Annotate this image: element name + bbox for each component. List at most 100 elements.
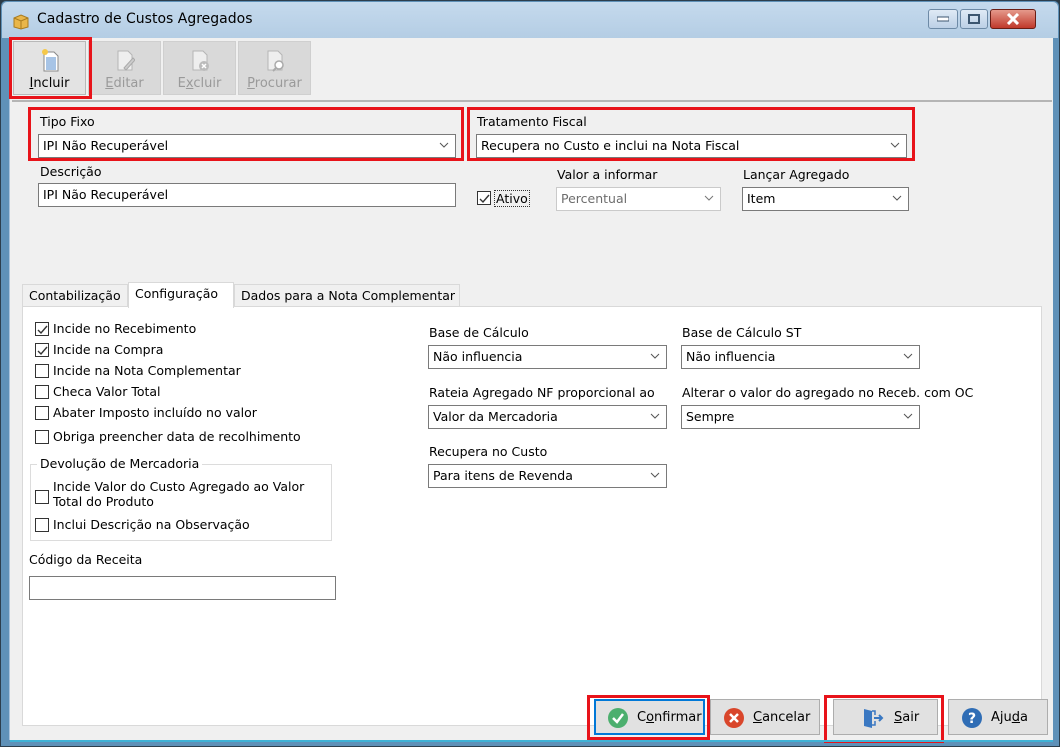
checa-valor-total-label: Checa Valor Total — [53, 384, 161, 399]
sair-label: Sair — [894, 710, 920, 725]
base-calculo-st-label: Base de Cálculo ST — [682, 325, 802, 340]
obriga-data-recolhimento-label: Obriga preencher data de recolhimento — [53, 429, 301, 444]
incide-recebimento-checkbox[interactable] — [35, 322, 49, 336]
rateia-value: Valor da Mercadoria — [433, 409, 558, 424]
editar-button[interactable]: Editar — [88, 41, 161, 95]
minimize-button[interactable] — [928, 9, 958, 29]
base-calculo-select[interactable]: Não influencia — [428, 345, 667, 369]
recupera-custo-label: Recupera no Custo — [429, 444, 548, 459]
ativo-checkbox[interactable] — [477, 191, 491, 205]
window-client: Incluir Editar Excluir Procurar Tipo Fix… — [9, 37, 1054, 743]
base-calculo-label: Base de Cálculo — [429, 325, 529, 340]
incide-valor-custo-checkbox[interactable] — [35, 490, 49, 504]
checkmark-icon — [479, 194, 490, 204]
codigo-receita-label: Código da Receita — [29, 552, 143, 567]
checa-valor-total-checkbox[interactable] — [35, 385, 49, 399]
confirmar-label: Confirmar — [637, 710, 702, 725]
chevron-down-icon — [903, 353, 913, 359]
maximize-icon — [968, 14, 980, 24]
chevron-down-icon — [439, 142, 449, 148]
tab-contabilizacao[interactable]: Contabilização — [22, 284, 128, 306]
help-icon: ? — [962, 708, 982, 728]
chevron-down-icon — [903, 413, 913, 419]
chevron-down-icon — [890, 142, 900, 148]
incluir-label: Incluir — [29, 76, 70, 91]
x-circle-icon — [724, 708, 744, 728]
toolbar: Incluir Editar Excluir Procurar — [9, 37, 1054, 99]
chevron-down-icon — [704, 195, 714, 201]
ajuda-button[interactable]: ? Ajuda — [948, 699, 1048, 735]
excluir-button[interactable]: Excluir — [163, 41, 236, 95]
recupera-custo-value: Para itens de Revenda — [433, 468, 573, 483]
chevron-down-icon — [650, 472, 660, 478]
window-bottom-border — [10, 740, 1053, 742]
cancelar-button[interactable]: Cancelar — [710, 699, 820, 735]
incide-valor-custo-line2: Total do Produto — [53, 494, 154, 509]
svg-text:?: ? — [968, 711, 976, 727]
lancar-agregado-label: Lançar Agregado — [743, 167, 850, 182]
search-document-icon — [267, 50, 284, 72]
chevron-down-icon — [650, 413, 660, 419]
minimize-icon — [937, 16, 949, 22]
ajuda-label: Ajuda — [991, 710, 1028, 725]
editar-label: Editar — [105, 76, 144, 91]
checkmark-icon — [37, 346, 48, 356]
alterar-valor-label: Alterar o valor do agregado no Receb. co… — [682, 385, 974, 400]
excluir-label: Excluir — [177, 76, 222, 91]
confirmar-button[interactable]: Confirmar — [594, 699, 705, 735]
incide-compra-checkbox[interactable] — [35, 343, 49, 357]
descricao-input[interactable]: IPI Não Recuperável — [38, 183, 456, 207]
devolucao-title: Devolução de Mercadoria — [37, 456, 203, 471]
ativo-label[interactable]: Ativo — [494, 190, 530, 207]
alterar-valor-select[interactable]: Sempre — [681, 405, 920, 429]
codigo-receita-input[interactable] — [29, 576, 336, 600]
title-bar[interactable]: Cadastro de Custos Agregados — [2, 2, 1058, 38]
base-calculo-st-value: Não influencia — [686, 349, 776, 364]
descricao-label: Descrição — [40, 164, 102, 179]
tab-content-configuracao: Incide no Recebimento Incide na Compra I… — [22, 306, 1042, 726]
maximize-button[interactable] — [960, 9, 988, 29]
chevron-down-icon — [892, 195, 902, 201]
inclui-descricao-label: Inclui Descrição na Observação — [53, 517, 250, 532]
rateia-select[interactable]: Valor da Mercadoria — [428, 405, 667, 429]
app-box-icon — [13, 14, 29, 30]
procurar-button[interactable]: Procurar — [238, 41, 311, 95]
chevron-down-icon — [650, 353, 660, 359]
incide-nota-complementar-checkbox[interactable] — [35, 364, 49, 378]
base-calculo-st-select[interactable]: Não influencia — [681, 345, 920, 369]
close-icon — [1006, 13, 1020, 25]
lancar-agregado-value: Item — [747, 191, 776, 206]
sair-button[interactable]: Sair — [833, 699, 938, 735]
exit-door-icon — [864, 709, 884, 728]
obriga-data-recolhimento-checkbox[interactable] — [35, 430, 49, 444]
incide-nota-complementar-label: Incide na Nota Complementar — [53, 363, 241, 378]
new-document-icon — [42, 49, 59, 72]
tratamento-fiscal-select[interactable]: Recupera no Custo e inclui na Nota Fisca… — [476, 134, 907, 158]
cancelar-label: Cancelar — [753, 710, 811, 725]
rateia-label: Rateia Agregado NF proporcional ao — [429, 385, 655, 400]
tipo-fixo-select[interactable]: IPI Não Recuperável — [38, 134, 456, 158]
window-title: Cadastro de Custos Agregados — [37, 11, 253, 27]
base-calculo-value: Não influencia — [433, 349, 523, 364]
edit-document-icon — [117, 50, 135, 71]
tab-dados-nota-complementar[interactable]: Dados para a Nota Complementar — [234, 284, 460, 306]
valor-informar-select[interactable]: Percentual — [556, 187, 721, 211]
checkmark-icon — [37, 325, 48, 335]
tipo-fixo-label: Tipo Fixo — [40, 114, 95, 129]
tipo-fixo-value: IPI Não Recuperável — [43, 138, 169, 153]
incluir-button[interactable]: Incluir — [13, 41, 86, 95]
main-panel: Tipo Fixo IPI Não Recuperável Tratamento… — [12, 100, 1052, 726]
inclui-descricao-checkbox[interactable] — [35, 518, 49, 532]
valor-informar-value: Percentual — [561, 191, 628, 206]
abater-imposto-checkbox[interactable] — [35, 406, 49, 420]
tratamento-fiscal-value: Recupera no Custo e inclui na Nota Fisca… — [481, 138, 740, 153]
alterar-valor-value: Sempre — [686, 409, 735, 424]
delete-document-icon — [192, 50, 209, 71]
recupera-custo-select[interactable]: Para itens de Revenda — [428, 464, 667, 488]
lancar-agregado-select[interactable]: Item — [742, 187, 909, 211]
incide-recebimento-label: Incide no Recebimento — [53, 321, 197, 336]
tab-configuracao[interactable]: Configuração — [128, 282, 234, 308]
close-button[interactable] — [990, 9, 1036, 29]
check-circle-icon — [608, 708, 628, 728]
valor-informar-label: Valor a informar — [557, 167, 658, 182]
